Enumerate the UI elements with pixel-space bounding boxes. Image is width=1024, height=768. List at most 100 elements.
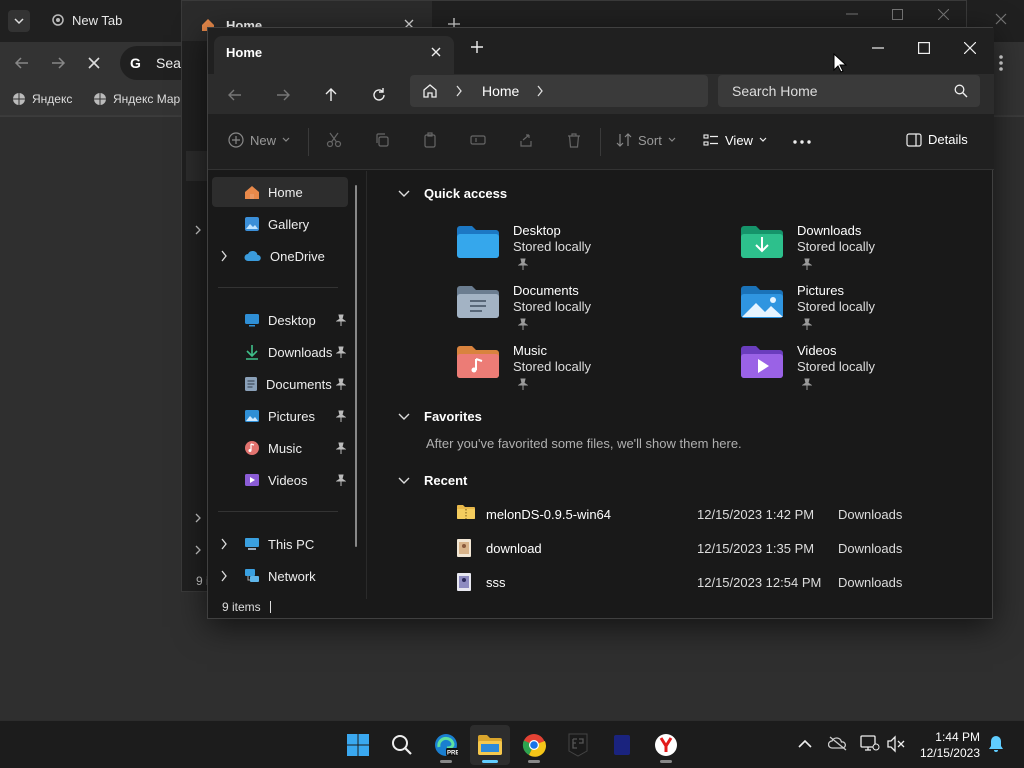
refresh-button[interactable] <box>366 82 392 108</box>
explorer-tab[interactable]: Home <box>214 36 454 74</box>
network-icon <box>245 569 259 582</box>
recent-row[interactable]: sss 12/15/2023 12:54 PM Downloads <box>456 568 1016 598</box>
chevron-right-icon[interactable] <box>220 250 228 262</box>
tab-search-button[interactable] <box>8 10 30 32</box>
notification-bell-icon[interactable] <box>988 735 1004 753</box>
bookmark-item[interactable]: Яндекс <box>12 92 72 106</box>
copy-icon <box>376 133 389 147</box>
recent-row[interactable]: download 12/15/2023 1:35 PM Downloads <box>456 534 1016 564</box>
pane-divider[interactable] <box>366 171 367 599</box>
clock[interactable]: 1:44 PM 12/15/2023 <box>908 729 980 761</box>
favorites-header[interactable]: Favorites <box>398 409 482 424</box>
copy-button[interactable] <box>374 132 390 148</box>
chevron-right-icon[interactable] <box>220 570 228 582</box>
minimize-button[interactable] <box>864 36 892 60</box>
more-options-button[interactable] <box>793 140 811 144</box>
back-icon[interactable] <box>14 55 30 71</box>
maximize-icon[interactable] <box>892 9 903 20</box>
search-button[interactable] <box>382 725 422 765</box>
sidebar-scrollbar[interactable] <box>355 185 357 547</box>
minimize-icon[interactable] <box>846 13 858 15</box>
close-icon[interactable] <box>938 9 949 20</box>
chevron-down-icon <box>398 413 410 420</box>
pin-icon[interactable] <box>336 410 346 422</box>
chevron-right-icon[interactable] <box>536 84 544 98</box>
sidebar-item-onedrive[interactable]: OneDrive <box>212 241 348 271</box>
back-button[interactable] <box>222 82 248 108</box>
pin-icon[interactable] <box>336 378 346 390</box>
start-button[interactable] <box>338 725 378 765</box>
sidebar-item-network[interactable]: Network <box>212 561 348 591</box>
sidebar-item-home[interactable]: Home <box>212 177 348 207</box>
quick-access-item-desktop[interactable]: Desktop Stored locally <box>456 221 716 277</box>
paste-button[interactable] <box>422 132 438 148</box>
item-name: Videos <box>797 343 837 358</box>
sidebar-item-gallery[interactable]: Gallery <box>212 209 348 239</box>
pin-icon[interactable] <box>336 314 346 326</box>
recent-row[interactable]: melonDS-0.9.5-win64 12/15/2023 1:42 PM D… <box>456 500 1016 530</box>
app-button[interactable] <box>602 725 642 765</box>
maximize-button[interactable] <box>910 36 938 60</box>
quick-access-header[interactable]: Quick access <box>398 186 507 201</box>
pin-icon[interactable] <box>336 442 346 454</box>
search-box[interactable]: Search Home <box>718 75 980 107</box>
chevron-right-icon[interactable] <box>194 225 202 235</box>
new-tab-button[interactable] <box>470 40 484 54</box>
sidebar-item-pictures[interactable]: Pictures <box>212 401 348 431</box>
volume-muted-icon[interactable] <box>886 735 906 753</box>
close-button[interactable] <box>956 36 984 60</box>
cut-button[interactable] <box>326 132 342 148</box>
address-bar[interactable]: Home <box>410 75 708 107</box>
quick-access-item-documents[interactable]: Documents Stored locally <box>456 281 716 337</box>
sidebar-item-documents[interactable]: Documents <box>212 369 348 399</box>
chevron-right-icon[interactable] <box>455 84 463 98</box>
share-button[interactable] <box>518 132 534 148</box>
quick-access-item-pictures[interactable]: Pictures Stored locally <box>740 281 1000 337</box>
search-icon <box>954 84 968 98</box>
sidebar-item-music[interactable]: Music <box>212 433 348 463</box>
pin-icon[interactable] <box>336 474 346 486</box>
epic-games-button[interactable] <box>558 725 598 765</box>
delete-button[interactable] <box>566 132 582 148</box>
sidebar-item-desktop[interactable]: Desktop <box>212 305 348 335</box>
edge-beta-button[interactable]: PRE <box>426 725 466 765</box>
globe-icon <box>94 93 106 105</box>
chevron-right-icon[interactable] <box>220 538 228 550</box>
recent-file-location: Downloads <box>838 541 903 556</box>
chrome-tab[interactable]: New Tab <box>40 6 200 36</box>
new-button[interactable]: New <box>228 132 290 148</box>
quick-access-item-videos[interactable]: Videos Stored locally <box>740 341 1000 397</box>
pin-icon[interactable] <box>336 346 346 358</box>
network-icon[interactable] <box>860 735 880 753</box>
details-button[interactable]: Details <box>906 132 968 147</box>
view-button[interactable]: View <box>703 132 767 148</box>
tab-close-button[interactable] <box>426 42 446 62</box>
up-button[interactable] <box>318 82 344 108</box>
forward-icon[interactable] <box>50 55 66 71</box>
svg-text:G: G <box>130 55 141 71</box>
chrome-button[interactable] <box>514 725 554 765</box>
yandex-browser-button[interactable] <box>646 725 686 765</box>
quick-access-item-music[interactable]: Music Stored locally <box>456 341 716 397</box>
onedrive-offline-icon[interactable] <box>828 735 848 751</box>
sort-button[interactable]: Sort <box>616 132 676 148</box>
close-icon[interactable] <box>994 12 1008 26</box>
chevron-right-icon[interactable] <box>194 545 202 555</box>
sidebar-item-downloads[interactable]: Downloads <box>212 337 348 367</box>
file-explorer-button[interactable] <box>470 725 510 765</box>
forward-button[interactable] <box>270 82 296 108</box>
music-folder-icon <box>457 346 499 378</box>
sidebar-item-this-pc[interactable]: This PC <box>212 529 348 559</box>
quick-access-item-downloads[interactable]: Downloads Stored locally <box>740 221 1000 277</box>
desktop-icon <box>245 314 259 327</box>
bookmark-item[interactable]: Яндекс Мар <box>93 92 180 106</box>
svg-text:PRE: PRE <box>447 751 458 757</box>
sidebar-item-videos[interactable]: Videos <box>212 465 348 495</box>
stop-icon[interactable] <box>86 55 102 71</box>
breadcrumb-home[interactable]: Home <box>482 83 519 99</box>
menu-icon[interactable] <box>998 54 1004 72</box>
recent-header[interactable]: Recent <box>398 473 467 488</box>
chevron-up-icon[interactable] <box>798 739 812 749</box>
rename-button[interactable] <box>470 132 486 148</box>
chevron-right-icon[interactable] <box>194 513 202 523</box>
